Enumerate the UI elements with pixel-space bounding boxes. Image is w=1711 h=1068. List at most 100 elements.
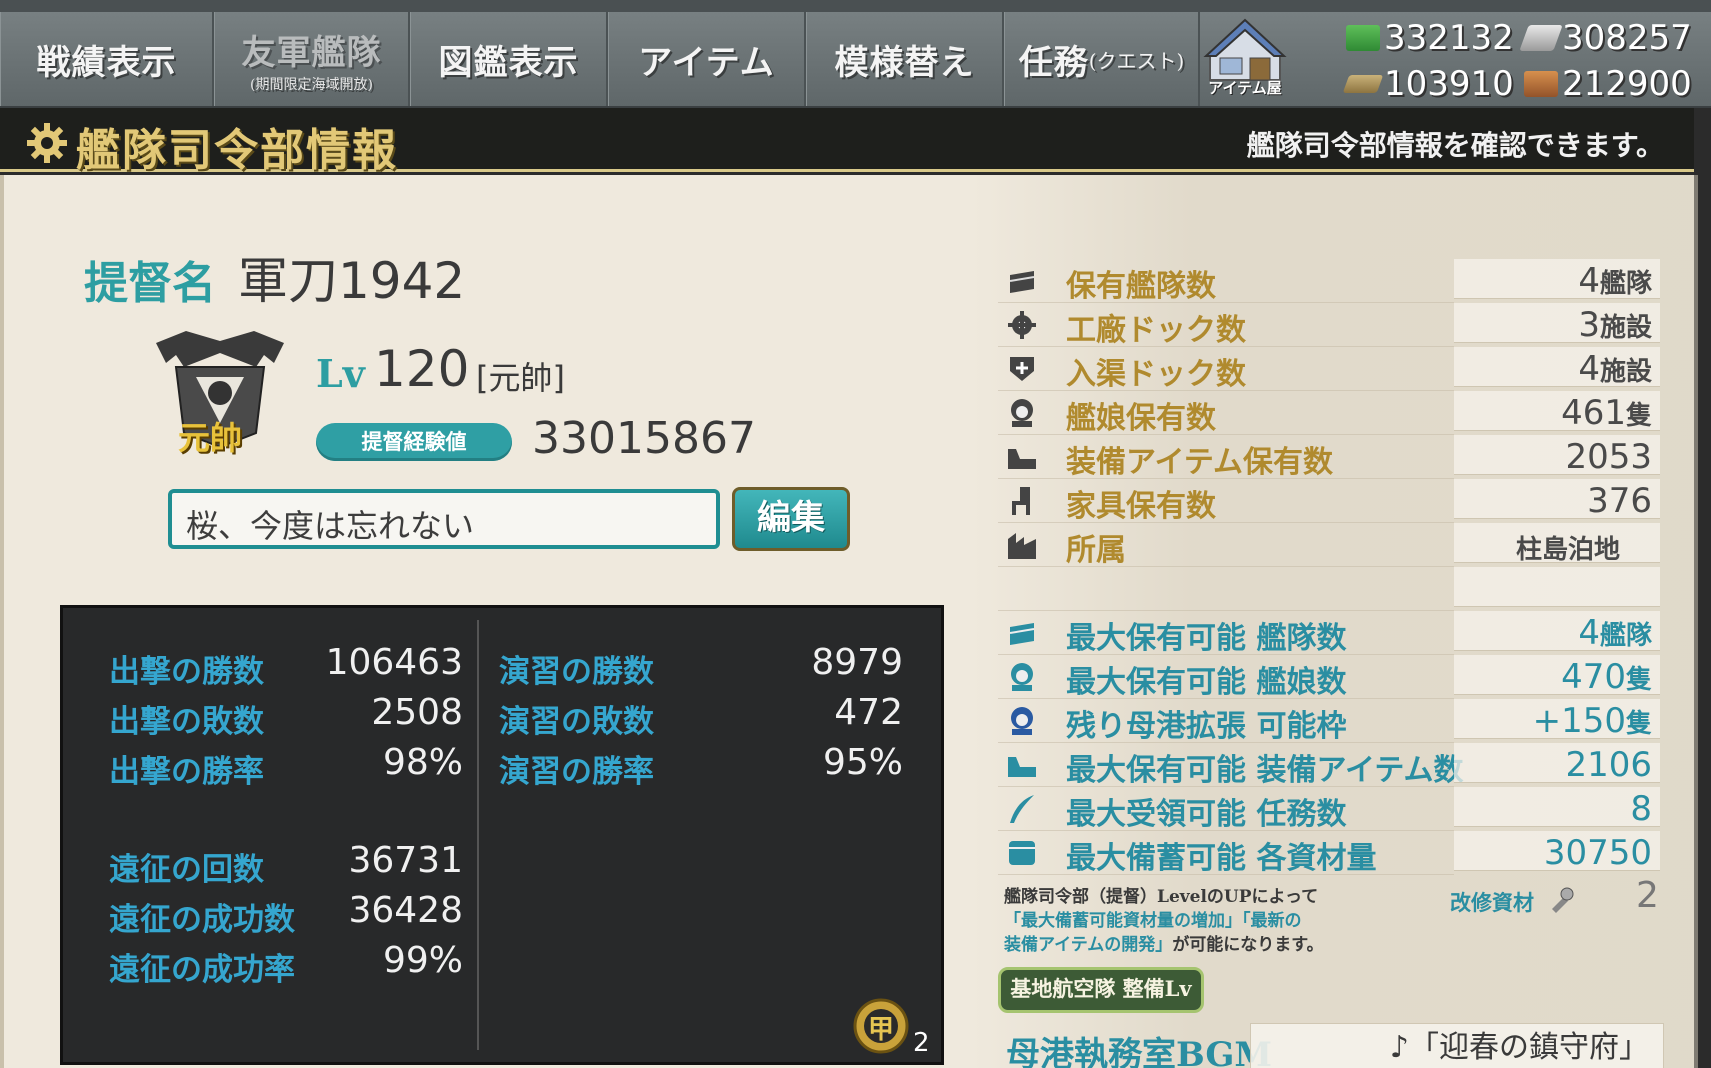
tab-sublabel: (期間限定海域開放) <box>250 76 373 93</box>
fleet-icon <box>1009 623 1035 645</box>
tab-sublabel: (クエスト) <box>1088 48 1185 73</box>
rank-text: [元帥] <box>476 359 565 397</box>
info-label: 最大保有可能 艦娘数 <box>1066 665 1347 700</box>
note-text: が可能になります。 <box>1172 935 1324 955</box>
info-row-repair-docks: 入渠ドック数 4施設 <box>998 347 1664 392</box>
note-line: 装備アイテムの開発」が可能になります。 <box>1004 933 1374 957</box>
info-value-box: 4艦隊 <box>1454 611 1660 653</box>
info-value: 2106 <box>1565 745 1652 785</box>
tab-encyclopedia[interactable]: 図鑑表示 <box>410 12 608 106</box>
rank-emblem-text: 元帥 <box>178 419 243 457</box>
level-value: 120 <box>374 340 470 398</box>
info-label: 艦娘保有数 <box>1066 401 1216 436</box>
hq-info-panel: 提督名 軍刀1942 元帥 Lv 120 [元帥] 提督経験値 33015867… <box>0 175 1698 1068</box>
info-number: 4 <box>1578 349 1600 389</box>
shop-label: アイテム屋 <box>1208 79 1282 97</box>
info-label: 最大受領可能 任務数 <box>1066 797 1347 832</box>
stat-value: 36731 <box>348 840 463 881</box>
admiral-name-label: 提督名 <box>84 258 216 309</box>
info-value-box: +150隻 <box>1454 699 1660 741</box>
info-label: 最大備蓄可能 各資材量 <box>1066 841 1377 876</box>
info-value: +150隻 <box>1533 701 1652 741</box>
admiral-name: 軍刀1942 <box>238 252 466 310</box>
info-row-max-quests: 最大受領可能 任務数 8 <box>998 787 1664 832</box>
equipment-icon <box>1008 449 1036 469</box>
factory-icon <box>1008 533 1036 559</box>
ammo-counter: 308257 <box>1519 18 1692 58</box>
stat-value: 98% <box>382 742 463 783</box>
info-value-box: 3施設 <box>1454 303 1660 345</box>
edit-comment-button[interactable]: 編集 <box>732 487 850 551</box>
stat-label: 遠征の成功数 <box>109 902 295 938</box>
info-number: 4 <box>1578 261 1600 301</box>
stat-label: 出撃の勝数 <box>109 654 264 690</box>
tab-items[interactable]: アイテム <box>608 12 806 106</box>
medal-text: 甲 <box>868 1015 895 1045</box>
shipgirl-icon <box>1011 707 1033 735</box>
cog-icon <box>1008 311 1036 339</box>
fuel-counter: 332132 <box>1346 18 1514 58</box>
bauxite-icon <box>1524 71 1558 97</box>
row-divider <box>998 874 1454 875</box>
chair-icon <box>1012 487 1030 515</box>
shipgirl-icon <box>1011 663 1033 691</box>
info-value-box: 8 <box>1454 787 1660 829</box>
tab-label: アイテム <box>638 42 775 83</box>
info-value: 30750 <box>1543 833 1652 873</box>
info-value: 470隻 <box>1561 657 1652 697</box>
improvement-material-label: 改修資材 <box>1450 890 1534 915</box>
info-label: 家具保有数 <box>1066 489 1216 524</box>
tab-furniture[interactable]: 模様替え <box>806 12 1004 106</box>
info-label: 残り母港拡張 可能枠 <box>1066 709 1347 744</box>
info-value: 461隻 <box>1561 393 1652 433</box>
gear-icon <box>27 123 67 163</box>
info-row-equipment: 装備アイテム保有数 2053 <box>998 435 1664 480</box>
stat-value: 2508 <box>371 692 463 733</box>
stat-value: 106463 <box>325 642 463 683</box>
info-unit: 施設 <box>1599 313 1652 343</box>
bgm-selector[interactable]: ♪「迎春の鎮守府」 <box>1250 1023 1664 1068</box>
tab-label: 図鑑表示 <box>438 42 579 83</box>
info-value-box: 376 <box>1454 479 1660 521</box>
ammo-value: 308257 <box>1562 18 1692 58</box>
info-row-max-fleets: 最大保有可能 艦隊数 4艦隊 <box>998 611 1664 656</box>
exp-badge: 提督経験値 <box>316 423 512 461</box>
comment-field[interactable]: 桜、今度は忘れない <box>168 489 720 549</box>
info-label: 入渠ドック数 <box>1066 357 1246 392</box>
repair-icon <box>1010 357 1034 381</box>
info-label: 最大保有可能 艦隊数 <box>1066 621 1347 656</box>
storage-icon <box>1009 841 1035 865</box>
tab-battle-record[interactable]: 戦績表示 <box>0 12 214 106</box>
equipment-icon <box>1008 757 1036 777</box>
info-number: +150 <box>1532 701 1626 741</box>
info-value-box: 30750 <box>1454 831 1660 873</box>
stat-value: 36428 <box>348 890 463 931</box>
info-row-max-resources: 最大備蓄可能 各資材量 30750 <box>998 831 1664 876</box>
medal-count: 2 <box>913 1028 930 1058</box>
medal-icon: 甲 <box>853 998 909 1054</box>
level-label: Lv <box>316 351 365 396</box>
tab-friend-fleet[interactable]: 友軍艦隊 (期間限定海域開放) <box>214 12 410 106</box>
info-value-box: 461隻 <box>1454 391 1660 433</box>
level-up-note: 艦隊司令部（提督）LevelのUPによって 「最大備蓄可能資材量の増加」「最新の… <box>1004 885 1374 957</box>
stat-value: 472 <box>834 692 903 733</box>
info-row-max-equipment: 最大保有可能 装備アイテム数 2106 <box>998 743 1664 788</box>
ammo-icon <box>1519 25 1563 51</box>
info-row-empty <box>998 567 1664 611</box>
item-shop-button[interactable]: アイテム屋 <box>1200 14 1290 104</box>
stat-label: 遠征の成功率 <box>109 952 295 988</box>
tab-quests[interactable]: 任務 (クエスト) <box>1004 12 1200 106</box>
steel-value: 103910 <box>1384 64 1514 104</box>
info-unit: 艦隊 <box>1599 269 1652 299</box>
info-value-box <box>1454 567 1660 607</box>
base-air-maintenance-button[interactable]: 基地航空隊 整備Lv <box>998 967 1204 1013</box>
info-row-affiliation: 所属 柱島泊地 <box>998 523 1664 568</box>
exp-value: 33015867 <box>532 413 756 464</box>
shop-icon <box>1203 18 1287 81</box>
stat-value: 95% <box>822 742 903 783</box>
fleet-icon <box>1009 271 1035 293</box>
top-nav-bar: 戦績表示 友軍艦隊 (期間限定海域開放) 図鑑表示 アイテム 模様替え 任務 (… <box>0 0 1711 108</box>
info-value: 376 <box>1587 481 1652 521</box>
info-number: 461 <box>1561 393 1626 433</box>
info-row-ships: 艦娘保有数 461隻 <box>998 391 1664 436</box>
